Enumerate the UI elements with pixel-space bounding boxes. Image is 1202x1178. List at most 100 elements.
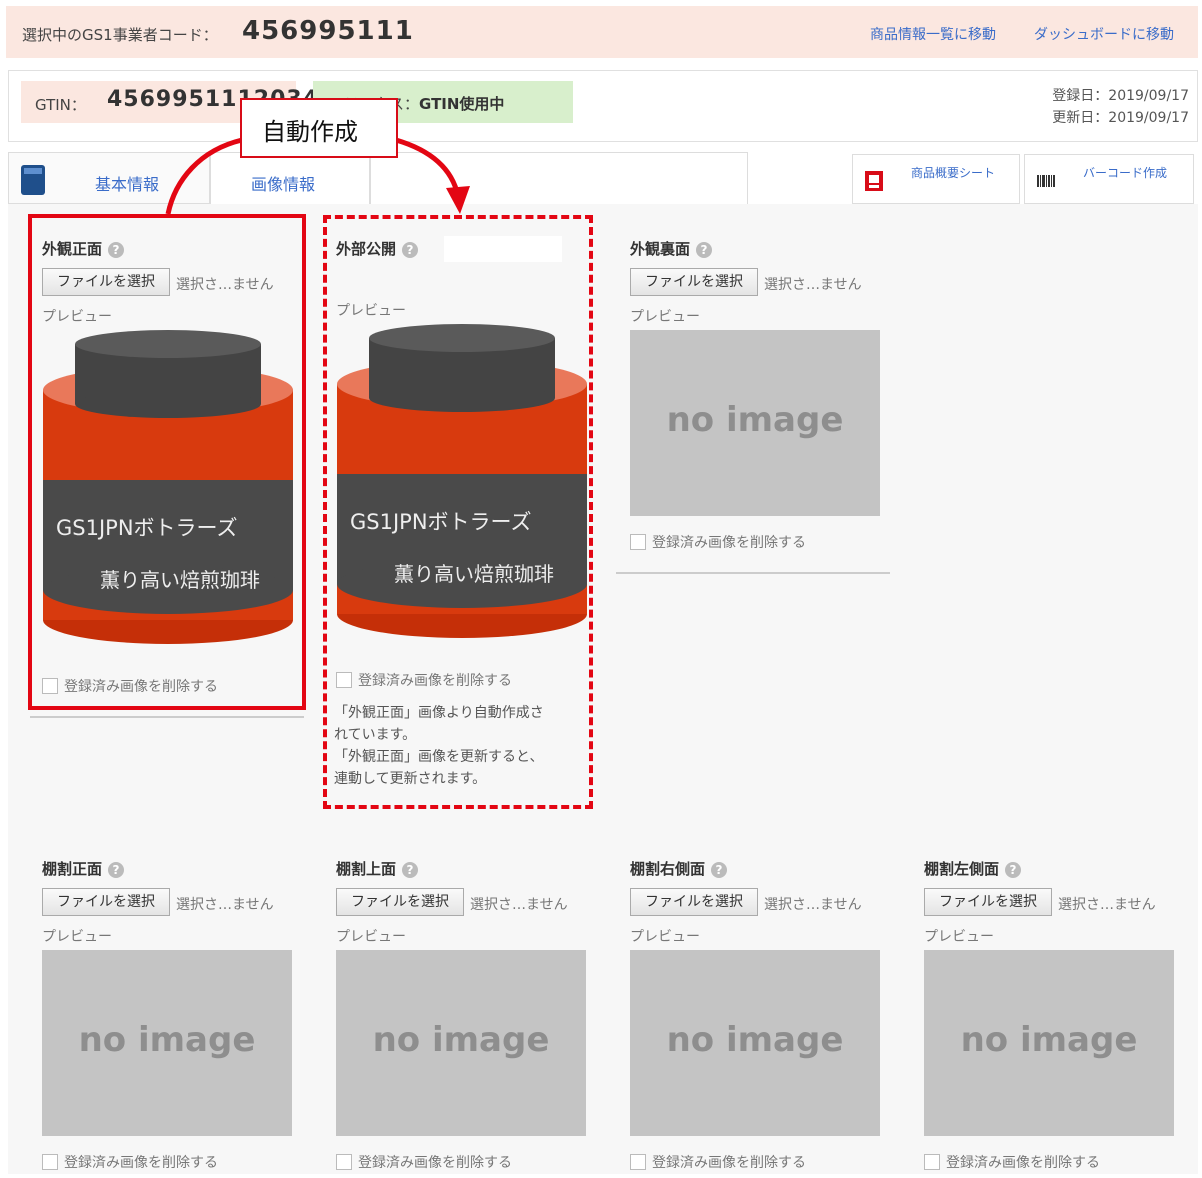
no-image-text: no image xyxy=(666,400,844,440)
question-circle-icon[interactable]: ? xyxy=(402,241,419,258)
no-image-text: no image xyxy=(666,1020,844,1060)
delete-label: 登録済み画像を削除する xyxy=(652,1155,806,1171)
delete-registered-checkbox[interactable]: 登録済み画像を削除する xyxy=(924,1152,1100,1172)
delete-registered-checkbox[interactable]: 登録済み画像を削除する xyxy=(42,676,218,696)
file-status: 選択さ…ません xyxy=(470,897,568,913)
document-red-icon xyxy=(865,171,883,191)
preview-label: プレビュー xyxy=(336,929,406,945)
registered-date: 登録日：2019/09/17 xyxy=(1052,88,1189,104)
note-line-2: れています。 xyxy=(334,727,417,743)
delete-registered-checkbox[interactable]: 登録済み画像を削除する xyxy=(336,1152,512,1172)
delete-registered-checkbox[interactable]: 登録済み画像を削除する xyxy=(630,532,806,552)
updated-date: 更新日：2019/09/17 xyxy=(1052,110,1189,126)
preview-label: プレビュー xyxy=(42,929,112,945)
document-icon xyxy=(21,165,45,195)
no-image-text: no image xyxy=(78,1020,256,1060)
slot-shelf-left: 棚割左側面? ファイルを選択 選択さ…ません プレビュー no image 登録… xyxy=(920,858,1182,1178)
checkbox-box[interactable] xyxy=(924,1154,940,1170)
slot-title: 棚割右側面? xyxy=(630,858,728,879)
file-status: 選択さ…ません xyxy=(764,897,862,913)
question-circle-icon[interactable]: ? xyxy=(711,861,728,878)
question-circle-icon[interactable]: ? xyxy=(402,861,419,878)
slot-title-text: 外観裏面 xyxy=(630,240,691,258)
jar-product-text: 薫り高い焙煎珈琲 xyxy=(394,562,554,586)
product-jar-image xyxy=(43,330,293,644)
no-image-placeholder: no image xyxy=(924,950,1174,1136)
delete-registered-checkbox[interactable]: 登録済み画像を削除する xyxy=(630,1152,806,1172)
slot-shelf-top: 棚割上面? ファイルを選択 選択さ…ません プレビュー no image 登録済… xyxy=(332,858,594,1178)
tab-bar: 基本情報 画像情報 商品概要シート バーコード作成 xyxy=(8,152,1198,204)
checkbox-box[interactable] xyxy=(336,1154,352,1170)
slot-title: 外観正面? xyxy=(42,238,125,259)
delete-registered-checkbox[interactable]: 登録済み画像を削除する xyxy=(336,670,512,690)
checkbox-box[interactable] xyxy=(336,672,352,688)
jar-brand-text: GS1JPNボトラーズ xyxy=(56,516,238,540)
auto-create-callout: 自動作成 xyxy=(240,98,398,158)
file-status: 選択さ…ません xyxy=(176,897,274,913)
no-image-placeholder: no image xyxy=(630,950,880,1136)
choose-file-button[interactable]: ファイルを選択 xyxy=(336,888,464,916)
question-circle-icon[interactable]: ? xyxy=(696,241,713,258)
barcode-label: バーコード作成 xyxy=(1082,166,1167,180)
slot-title: 棚割左側面? xyxy=(924,858,1022,879)
choose-file-button[interactable]: ファイルを選択 xyxy=(42,268,170,296)
slot-title: 外部公開? xyxy=(336,238,419,259)
slot-title: 棚割正面? xyxy=(42,858,125,879)
choose-file-button[interactable]: ファイルを選択 xyxy=(924,888,1052,916)
jar-product-text: 薫り高い焙煎珈琲 xyxy=(100,568,260,592)
slot-title-text: 外観正面 xyxy=(42,240,103,258)
slot-title-text: 棚割上面 xyxy=(336,860,397,878)
delete-label: 登録済み画像を削除する xyxy=(946,1155,1100,1171)
slot-title-text: 棚割右側面 xyxy=(630,860,706,878)
checkbox-box[interactable] xyxy=(42,1154,58,1170)
slot-shelf-right: 棚割右側面? ファイルを選択 選択さ…ません プレビュー no image 登録… xyxy=(626,858,888,1178)
preview-label: プレビュー xyxy=(630,309,700,325)
selected-company-label: 選択中のGS1事業者コード： xyxy=(22,26,218,44)
product-list-link[interactable]: 商品情報一覧に移動 xyxy=(870,24,996,44)
divider xyxy=(616,572,890,574)
no-image-placeholder: no image xyxy=(336,950,586,1136)
product-jar-image xyxy=(337,324,587,638)
question-circle-icon[interactable]: ? xyxy=(108,241,125,258)
delete-label: 登録済み画像を削除する xyxy=(652,535,806,551)
file-status: 選択さ…ません xyxy=(176,277,274,293)
barcode-button[interactable]: バーコード作成 xyxy=(1024,154,1194,204)
slot-title: 外観裏面? xyxy=(630,238,713,259)
delete-label: 登録済み画像を削除する xyxy=(358,673,512,689)
choose-file-button[interactable]: ファイルを選択 xyxy=(42,888,170,916)
jar-brand-text: GS1JPNボトラーズ xyxy=(350,510,532,534)
slot-title-text: 棚割正面 xyxy=(42,860,103,878)
header-bar: 選択中のGS1事業者コード： 456995111 商品情報一覧に移動 ダッシュボ… xyxy=(6,6,1198,58)
checkbox-box[interactable] xyxy=(630,534,646,550)
slot-external-public: 外部公開? プレビュー GS1JPNボトラーズ 薫り高い焙煎珈琲 登録済み画像を… xyxy=(332,236,594,798)
tab-spacer xyxy=(370,152,748,204)
choose-file-button[interactable]: ファイルを選択 xyxy=(630,268,758,296)
checkbox-box[interactable] xyxy=(42,678,58,694)
delete-label: 登録済み画像を削除する xyxy=(64,679,218,695)
product-sheet-button[interactable]: 商品概要シート xyxy=(852,154,1020,204)
question-circle-icon[interactable]: ? xyxy=(1005,861,1022,878)
dates: 登録日：2019/09/17 更新日：2019/09/17 xyxy=(1052,85,1189,129)
tab-basic-label: 基本情報 xyxy=(95,175,160,194)
checkbox-box[interactable] xyxy=(630,1154,646,1170)
tab-basic-info[interactable]: 基本情報 xyxy=(8,152,210,204)
question-circle-icon[interactable]: ? xyxy=(108,861,125,878)
preview-label: プレビュー xyxy=(336,303,406,319)
selected-company-code: 456995111 xyxy=(242,16,414,46)
slot-title: 棚割上面? xyxy=(336,858,419,879)
no-image-text: no image xyxy=(372,1020,550,1060)
divider xyxy=(30,716,304,718)
callout-text: 自動作成 xyxy=(262,118,358,146)
dashboard-link[interactable]: ダッシュボードに移動 xyxy=(1034,24,1174,44)
slot-exterior-front: 外観正面? ファイルを選択 選択さ…ません プレビュー GS1JPNボトラーズ … xyxy=(38,238,300,708)
no-image-placeholder: no image xyxy=(630,330,880,516)
slot-exterior-back: 外観裏面? ファイルを選択 選択さ…ません プレビュー no image 登録済… xyxy=(626,238,888,568)
tab-image-info[interactable]: 画像情報 xyxy=(210,152,370,204)
slot-title-text: 棚割左側面 xyxy=(924,860,1000,878)
product-info-card: GTIN： 4569951112034 ステータス：GTIN使用中 登録日：20… xyxy=(8,70,1198,142)
barcode-icon xyxy=(1037,175,1055,187)
delete-registered-checkbox[interactable]: 登録済み画像を削除する xyxy=(42,1152,218,1172)
choose-file-button[interactable]: ファイルを選択 xyxy=(630,888,758,916)
preview-label: プレビュー xyxy=(630,929,700,945)
slot-title-text: 外部公開 xyxy=(336,240,397,258)
